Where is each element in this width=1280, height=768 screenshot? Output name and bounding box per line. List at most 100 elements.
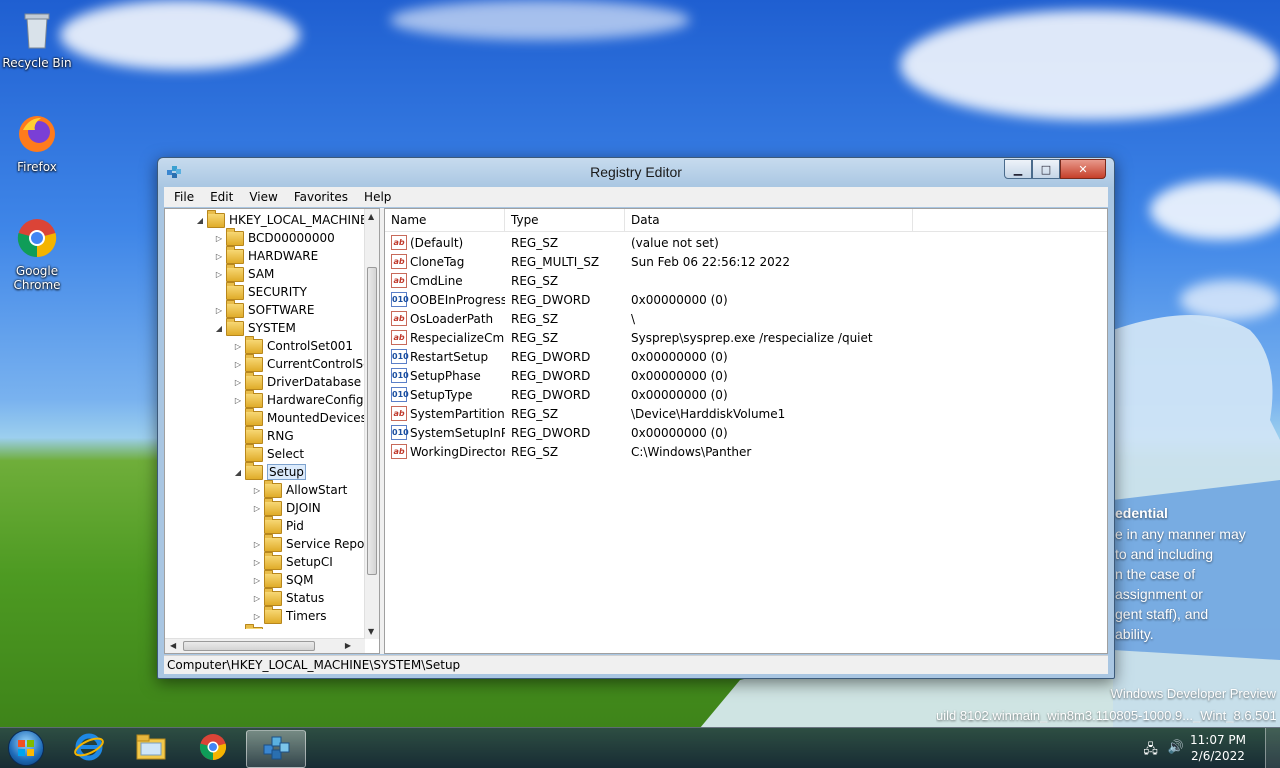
expand-arrow-icon[interactable]: ▷ [252,504,262,513]
expand-arrow-icon[interactable]: ▷ [252,540,262,549]
expand-arrow-icon[interactable]: ▷ [252,594,262,603]
scroll-left-icon[interactable]: ◀ [170,641,176,650]
scroll-right-icon[interactable]: ▶ [345,641,351,650]
folder-icon [245,425,263,444]
client-area: ◢ HKEY_LOCAL_MACHINE ▷ BCD00000000 ▷ HARDWARE… [164,208,1108,654]
desktop-icon-recycle-bin[interactable]: Recycle Bin [0,8,74,70]
tree-node[interactable]: ▷ BCD00000000 [214,227,335,247]
expand-arrow-icon[interactable]: ▷ [233,342,243,351]
tree-node[interactable]: ◢ Setup [233,461,306,481]
taskbar-internet-explorer[interactable] [60,730,118,766]
tree-node[interactable]: SECURITY [214,281,307,301]
table-row[interactable]: 010 SetupType REG_DWORD 0x00000000 (0) [385,385,1107,404]
expand-arrow-icon[interactable]: ▷ [214,306,224,315]
string-value-icon: ab [391,406,407,421]
firefox-icon [15,112,59,156]
desktop-icon-google-chrome[interactable]: Google Chrome [0,216,74,292]
tree-node[interactable]: ▷ CurrentControlSet [233,353,365,373]
desktop-icon-firefox[interactable]: Firefox [0,112,74,174]
taskbar-google-chrome[interactable] [184,730,242,766]
value-name-cell: ab OsLoaderPath [385,311,505,326]
menu-file[interactable]: File [166,190,202,204]
expand-arrow-icon[interactable]: ▷ [214,270,224,279]
title-bar[interactable]: Registry Editor ▁ □ ✕ [158,158,1114,186]
expand-arrow-icon[interactable]: ▷ [233,378,243,387]
collapse-arrow-icon[interactable]: ◢ [214,324,224,333]
desktop-icon-label: Recycle Bin [2,56,72,70]
recycle-bin-icon [15,8,59,52]
tree-vertical-scrollbar[interactable]: ▲ ▼ [364,209,379,639]
table-row[interactable]: abRespecializeCm... REG_SZ Sysprep\sysprep… [385,328,1107,347]
tree-node[interactable]: ▷ SOFTWARE [214,299,314,319]
column-header-name[interactable]: Name [385,209,505,231]
scroll-thumb[interactable] [183,641,315,651]
table-row[interactable]: 010 SetupPhase REG_DWORD 0x00000000 (0) [385,366,1107,385]
table-row[interactable]: ab WorkingDirectory REG_SZ C:\Windows\Panth… [385,442,1107,461]
minimize-button[interactable]: ▁ [1004,159,1032,179]
expand-arrow-icon[interactable]: ▷ [214,234,224,243]
tree-node[interactable]: MountedDevices [233,407,365,427]
table-row[interactable]: 010 OOBEInProgress REG_DWORD 0x00000000 (0) [385,290,1107,309]
expand-arrow-icon[interactable]: ▷ [214,252,224,261]
close-button[interactable]: ✕ [1060,159,1106,179]
taskbar-clock[interactable]: 11:07 PM 2/6/2022 [1190,732,1246,764]
values-list-pane[interactable]: Name Type Data ab (Default) REG_SZ (value n… [384,208,1108,654]
expand-arrow-icon[interactable]: ▷ [252,612,262,621]
expand-arrow-icon[interactable]: ▷ [252,576,262,585]
tree-node[interactable]: ▷ Service Report [252,533,365,553]
show-desktop-button[interactable] [1265,728,1280,768]
tree-node[interactable]: Pid [252,515,304,535]
key-tree[interactable]: ◢ HKEY_LOCAL_MACHINE ▷ BCD00000000 ▷ HARDWARE… [165,209,365,629]
menu-help[interactable]: Help [356,190,399,204]
tree-horizontal-scrollbar[interactable]: ◀ ▶ [165,638,365,653]
key-tree-pane[interactable]: ◢ HKEY_LOCAL_MACHINE ▷ BCD00000000 ▷ HARDWARE… [164,208,380,654]
registry-editor-window[interactable]: Registry Editor ▁ □ ✕ File Edit View Fav… [157,157,1115,679]
table-row[interactable]: 010 RestartSetup REG_DWORD 0x00000000 (0) [385,347,1107,366]
network-icon[interactable]: 🖧 [1143,740,1158,762]
tree-node[interactable]: Select [233,443,305,463]
tree-node-label: Select [267,447,305,461]
tree-node[interactable]: ▷ Timers [252,605,327,625]
tree-node[interactable]: RNG [233,425,294,445]
tree-node[interactable]: ▷ HARDWARE [214,245,318,265]
taskbar-file-explorer[interactable] [122,730,180,766]
table-row[interactable]: ab (Default) REG_SZ (value not set) [385,233,1107,252]
scroll-up-icon[interactable]: ▲ [368,212,374,221]
start-button[interactable] [4,728,48,768]
tree-node[interactable]: ▷ ControlSet001 [233,335,353,355]
tree-node-label: Pid [286,519,304,533]
table-row[interactable]: 010SystemSetupInP... REG_DWORD 0x00000000 … [385,423,1107,442]
tree-node[interactable]: ▷WPA [233,623,294,629]
table-row[interactable]: ab CmdLine REG_SZ [385,271,1107,290]
column-header-type[interactable]: Type [505,209,625,231]
collapse-arrow-icon[interactable]: ◢ [195,216,205,225]
expand-arrow-icon[interactable]: ▷ [233,360,243,369]
expand-arrow-icon[interactable]: ▷ [252,486,262,495]
table-row[interactable]: ab OsLoaderPath REG_SZ \ [385,309,1107,328]
maximize-button[interactable]: □ [1032,159,1060,179]
expand-arrow-icon[interactable]: ▷ [233,396,243,405]
volume-icon[interactable]: 🔊 [1168,740,1184,762]
value-name: OOBEInProgress [410,292,505,307]
table-row[interactable]: ab SystemPartition REG_SZ \Device\HarddiskV… [385,404,1107,423]
tree-node[interactable]: ◢ HKEY_LOCAL_MACHINE [195,209,365,229]
scroll-thumb[interactable] [367,267,377,575]
tree-node[interactable]: ▷ DJOIN [252,497,321,517]
column-header-data[interactable]: Data [625,209,913,231]
tree-node[interactable]: ▷ Status [252,587,324,607]
menu-favorites[interactable]: Favorites [286,190,356,204]
expand-arrow-icon[interactable]: ▷ [252,558,262,567]
table-row[interactable]: ab CloneTag REG_MULTI_SZ Sun Feb 06 22:56:1… [385,252,1107,271]
menu-edit[interactable]: Edit [202,190,241,204]
menu-view[interactable]: View [241,190,285,204]
tree-node[interactable]: ▷ SAM [214,263,274,283]
tree-node[interactable]: ◢ SYSTEM [214,317,296,337]
taskbar-registry-editor[interactable] [246,730,306,768]
tree-node[interactable]: ▷ DriverDatabase [233,371,361,391]
tree-node[interactable]: ▷ HardwareConfig [233,389,363,409]
tree-node[interactable]: ▷ SQM [252,569,313,589]
tree-node[interactable]: ▷ SetupCI [252,551,333,571]
scroll-down-icon[interactable]: ▼ [368,627,374,636]
tree-node[interactable]: ▷ AllowStart [252,479,347,499]
collapse-arrow-icon[interactable]: ◢ [233,468,243,477]
